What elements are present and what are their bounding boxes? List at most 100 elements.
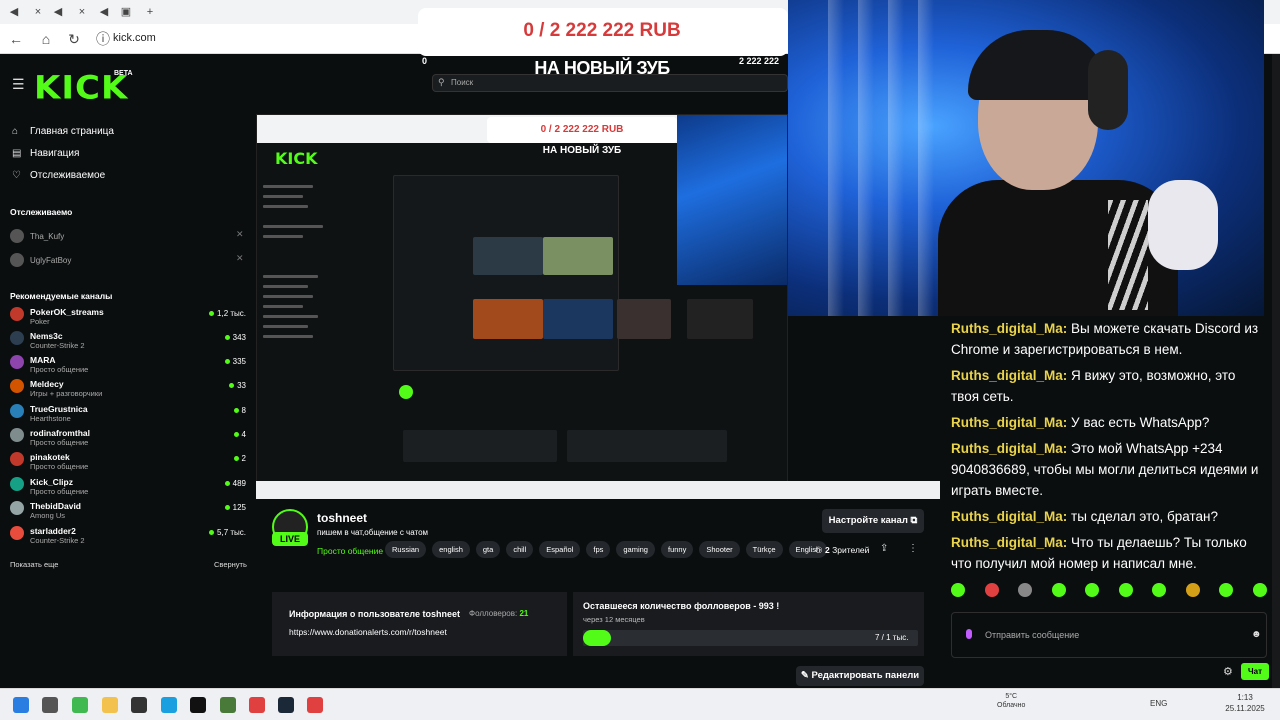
speaker-icon[interactable]: ◀ [6,4,22,20]
edit-panels-button[interactable]: ✎ Редактировать панели [796,666,924,686]
app-icon[interactable] [220,697,236,713]
recommended-channel[interactable]: PokerOK_streams Poker 1,2 тыс. [10,307,250,326]
chat-username[interactable]: Ruths_digital_Ma: [951,441,1067,456]
channel-settings-button[interactable]: Настройте канал ⧉ [822,509,924,533]
back-icon[interactable]: ← [8,31,24,47]
viewer-count: 489 [224,479,246,488]
recommended-channel[interactable]: rodinafromthal Просто общение 4 [10,428,250,447]
chat-username[interactable]: Ruths_digital_Ma: [951,368,1067,383]
emote-icon[interactable] [984,583,999,597]
stream-tag[interactable]: fps [586,541,611,558]
viewer-number: 4 [241,430,246,439]
nested-live-avatar [399,385,413,399]
pin-icon[interactable]: ✕ [236,229,244,240]
chat-send-button[interactable]: Чат [1241,663,1269,680]
nested-sidebar-line [263,185,313,188]
pin-icon[interactable]: ✕ [236,253,244,264]
stream-tag[interactable]: Shooter [699,541,740,558]
reload-icon[interactable]: ↻ [66,31,82,47]
language-indicator[interactable]: ENG [1150,699,1167,708]
emote-icon[interactable] [951,583,965,597]
recommended-channel[interactable]: Nems3c Counter-Strike 2 343 [10,331,250,350]
stream-video-player[interactable]: KICK 0 / 2 222 222 RUB НА НОВЫЙ ЗУБ [256,114,788,498]
emote-icon[interactable] [1219,583,1234,597]
emote-icon[interactable] [1252,583,1267,597]
new-tab-icon[interactable]: + [142,4,158,20]
speaker-icon[interactable]: ◀ [50,4,66,20]
more-icon[interactable]: ⋮ [908,543,918,554]
stream-tag[interactable]: gta [475,541,501,558]
nav-home[interactable]: ⌂ Главная страница [12,126,114,137]
nav-following[interactable]: ♡ Отслеживаемое [12,170,105,181]
show-more-link[interactable]: Показать еще [10,560,58,569]
curtain-highlight [918,0,934,316]
emote-icon[interactable] [1085,583,1100,597]
recommended-channel[interactable]: MARA Просто общение 335 [10,355,250,374]
chat-username[interactable]: Ruths_digital_Ma: [951,509,1067,524]
yandex-browser-icon[interactable] [307,697,323,713]
stream-tag[interactable]: chill [506,541,534,558]
chat-username[interactable]: Ruths_digital_Ma: [951,415,1067,430]
nav-browse[interactable]: ▤ Навигация [12,148,79,159]
stream-tag[interactable]: Español [539,541,581,558]
obs-icon[interactable] [131,697,147,713]
site-info-icon[interactable]: ⓘ [95,31,111,47]
steam-icon[interactable] [278,697,294,713]
recommended-channel[interactable]: TrueGrustnica Hearthstone 8 [10,404,250,423]
recommended-channel[interactable]: ThebidDavid Among Us 125 [10,501,250,520]
tab-favicon-icon[interactable]: ▣ [118,4,134,20]
app-icon[interactable] [72,697,88,713]
yandex-icon[interactable] [249,697,265,713]
chat-message: Ruths_digital_Ma: Что ты делаешь? Ты тол… [951,532,1265,574]
chat-message: Ruths_digital_Ma: ты сделал это, братан? [951,506,1265,527]
menu-icon[interactable]: ☰ [12,76,25,93]
url-field[interactable]: kick.com [113,32,156,44]
viewer-number: 2 [824,545,830,555]
file-explorer-icon[interactable] [102,697,118,713]
share-icon[interactable]: ⇪ [880,543,888,554]
donation-link[interactable]: https://www.donationalerts.com/r/toshnee… [289,627,447,637]
stream-category[interactable]: Просто общение [317,546,383,556]
channel-name[interactable]: toshneet [317,511,367,525]
home-icon[interactable]: ⌂ [38,31,54,47]
recommended-channel[interactable]: pinakotek Просто общение 2 [10,452,250,471]
channel-category: Просто общение [30,365,89,374]
chat-username[interactable]: Ruths_digital_Ma: [951,535,1067,550]
following-item[interactable]: UglyFatBoy [10,253,71,267]
channel-settings-label: Настройте канал [828,515,908,526]
edge-icon[interactable] [161,697,177,713]
scrollbar[interactable] [1272,54,1280,688]
tag-list: Russian english gta chill Español fps gaming fu… [385,541,828,558]
emote-icon[interactable] [1118,583,1133,597]
start-icon[interactable] [13,697,29,713]
speaker-icon[interactable]: ◀ [96,4,112,20]
viewer-number: 343 [232,333,246,342]
recommended-channel[interactable]: starladder2 Counter-Strike 2 5,7 тыс. [10,526,250,545]
app-icon[interactable] [190,697,206,713]
emote-icon[interactable] [1018,583,1033,597]
clock[interactable]: 1:13 25.11.2025 [1225,692,1265,714]
following-item[interactable]: Tha_Kufy [10,229,64,243]
channel-text: Nems3c Counter-Strike 2 [30,331,85,350]
emote-icon[interactable] [1185,583,1200,597]
recommended-channel[interactable]: Kick_Clipz Просто общение 489 [10,477,250,496]
stream-tag[interactable]: english [432,541,470,558]
close-icon[interactable]: × [74,4,90,20]
weather-widget[interactable]: 5°C Облачно [997,692,1025,710]
emoji-icon[interactable]: ☻ [1251,629,1262,640]
gear-icon[interactable]: ⚙ [1223,665,1233,678]
channel-name: rodinafromthal [30,428,90,438]
task-view-icon[interactable] [42,697,58,713]
close-icon[interactable]: × [30,4,46,20]
emote-icon[interactable] [1152,583,1167,597]
collapse-link[interactable]: Свернуть [214,560,247,569]
stream-tag[interactable]: funny [660,541,694,558]
recommended-channel[interactable]: Meldecy Игры + разговорчики 33 [10,379,250,398]
followers-goal-sub: через 12 месяцев [583,615,645,624]
chat-username[interactable]: Ruths_digital_Ma: [951,321,1067,336]
stream-tag[interactable]: Russian [385,541,427,558]
emote-icon[interactable] [1051,583,1066,597]
stream-tag[interactable]: Türkçe [745,541,783,558]
stream-tag[interactable]: gaming [616,541,655,558]
mic-icon[interactable] [966,629,972,639]
